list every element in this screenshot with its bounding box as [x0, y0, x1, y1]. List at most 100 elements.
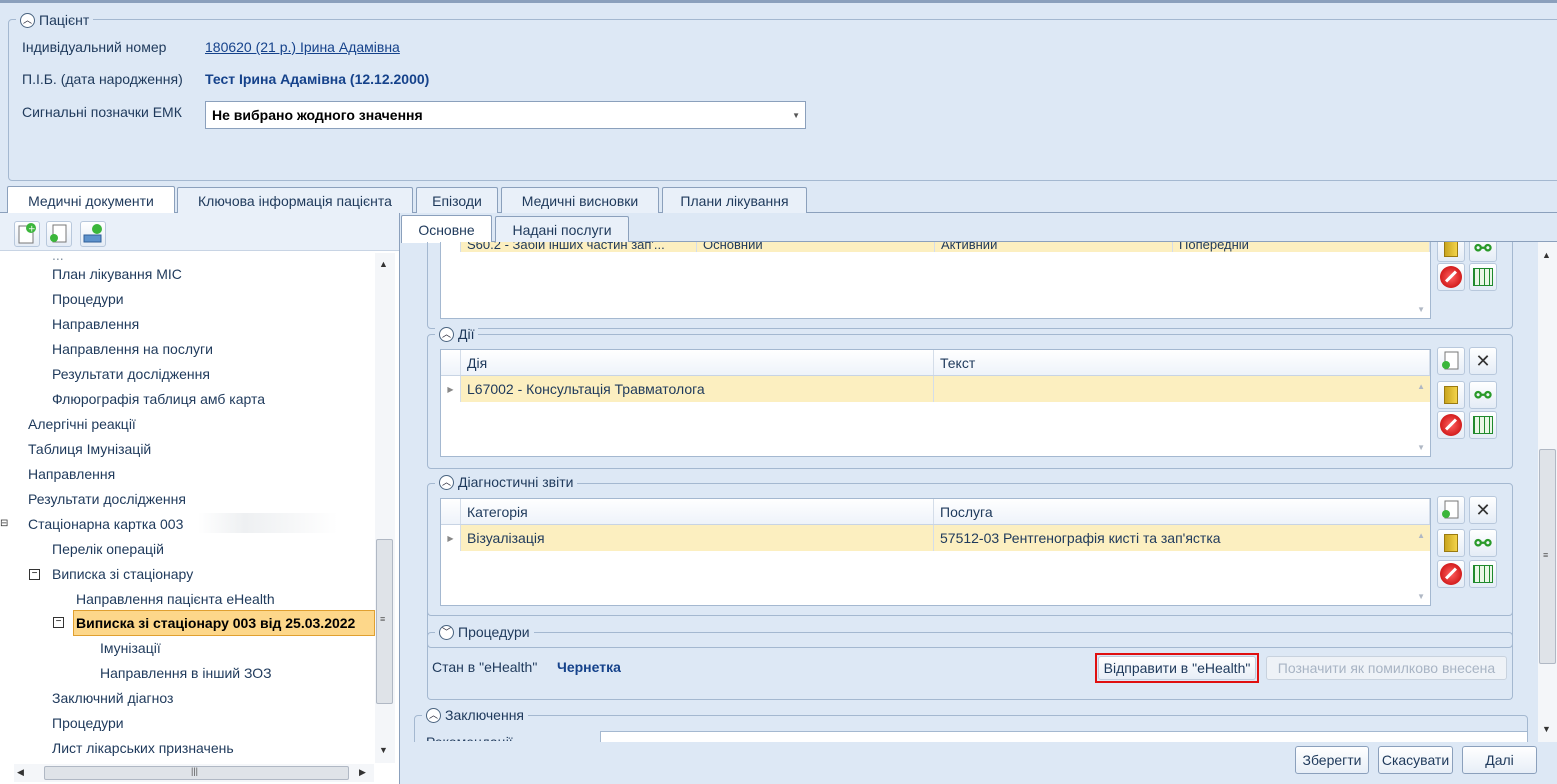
tree-item[interactable]: Направлення: [28, 466, 115, 482]
collapse-icon[interactable]: ︿: [426, 707, 441, 723]
scroll-right-icon[interactable]: ▶: [359, 767, 366, 778]
patient-id-link[interactable]: 180620 (21 р.) Ірина Адамівна: [205, 39, 400, 55]
collapse-icon[interactable]: ︿: [439, 326, 454, 342]
collapse-tree-icon[interactable]: −: [29, 569, 40, 580]
tree-item[interactable]: Направлення в інший ЗОЗ: [100, 665, 272, 681]
save-button[interactable]: Зберегти: [1295, 746, 1369, 774]
column-header[interactable]: Категорія: [461, 499, 934, 524]
table-row[interactable]: S60.2 - Забій інших частин зап'... Основ…: [441, 242, 1430, 252]
tree-item[interactable]: Стаціонарна картка 003: [28, 516, 183, 532]
cancel-button[interactable]: Скасувати: [1378, 746, 1453, 774]
row-indicator: ▶: [441, 376, 461, 402]
tree-item[interactable]: Таблиця Імунізацій: [28, 441, 151, 457]
tree-item[interactable]: Заключний діагноз: [52, 690, 173, 706]
table-row[interactable]: ▶ L67002 - Консультація Травматолога: [441, 376, 1430, 402]
edit-action-button[interactable]: ✕: [1469, 347, 1497, 375]
scroll-down-icon[interactable]: ▼: [1542, 724, 1551, 734]
delete-button[interactable]: [1437, 411, 1465, 439]
tab-episodes[interactable]: Епізоди: [416, 187, 498, 213]
link-button[interactable]: ⚯: [1469, 242, 1497, 262]
collapse-icon[interactable]: ︿: [20, 12, 35, 28]
book-icon: [1444, 242, 1458, 257]
delete-button[interactable]: [1437, 560, 1465, 588]
tree-item[interactable]: Результати дослідження: [52, 366, 210, 382]
next-button[interactable]: Далі: [1462, 746, 1537, 774]
tab-key-info[interactable]: Ключова інформація пацієнта: [177, 187, 413, 213]
patient-name: Тест Ірина Адамівна (12.12.2000): [205, 71, 430, 87]
link-button[interactable]: ⚯: [1469, 381, 1497, 409]
tab-provided-services[interactable]: Надані послуги: [495, 216, 629, 242]
actions-header: ︿ Дії: [435, 326, 479, 342]
name-label: П.І.Б. (дата народження): [22, 71, 183, 87]
tree-item[interactable]: Направлення пацієнта eHealth: [76, 591, 275, 607]
table-button[interactable]: [1469, 560, 1497, 588]
book-button[interactable]: [1437, 381, 1465, 409]
main-scroll-thumb[interactable]: ≡: [1539, 449, 1556, 664]
book-icon: [1444, 386, 1458, 404]
tools-icon: ✕: [1475, 350, 1491, 371]
tree-item[interactable]: Направлення на послуги: [52, 341, 213, 357]
copy-document-icon: [50, 224, 67, 243]
edit-report-button[interactable]: ✕: [1469, 496, 1497, 524]
tree-scroll-thumb[interactable]: ≡: [376, 539, 393, 704]
tree-hscroll[interactable]: ◀ ||| ▶: [14, 764, 374, 782]
tree-item[interactable]: Процедури: [52, 715, 124, 731]
tree-item[interactable]: План лікування МІС: [52, 266, 182, 282]
column-header[interactable]: Дія: [461, 350, 934, 375]
tree-item[interactable]: Виписка зі стаціонару: [52, 566, 193, 582]
tree-item[interactable]: Направлення: [52, 316, 139, 332]
column-header[interactable]: Текст: [934, 350, 1430, 375]
collapse-icon[interactable]: ︿: [439, 474, 454, 490]
reports-header: ︿ Діагностичні звіти: [435, 474, 578, 490]
signals-label: Сигнальні позначки ЕМК: [22, 104, 182, 120]
grid-scroll-up-icon[interactable]: ▲: [1417, 531, 1425, 540]
copy-document-button[interactable]: [46, 221, 72, 247]
tree-vscroll[interactable]: ▲ ≡ ▼: [375, 253, 395, 763]
selected-item-label: Виписка зі стаціонару 003 від 25.03.2022: [76, 615, 356, 631]
main-vscroll[interactable]: ▲ ≡ ▼: [1538, 242, 1557, 742]
content-area: S60.2 - Забій інших частин зап'... Основ…: [412, 242, 1540, 784]
tree-item-selected[interactable]: Виписка зі стаціонару 003 від 25.03.2022: [73, 610, 375, 636]
add-record-button[interactable]: [80, 221, 106, 247]
tab-treatment-plans[interactable]: Плани лікування: [662, 187, 807, 213]
add-action-button[interactable]: [1437, 347, 1465, 375]
tree-item[interactable]: Перелік операцій: [52, 541, 164, 557]
tree-item[interactable]: Лист лікарських призначень: [52, 740, 234, 756]
new-document-icon: [1442, 500, 1459, 519]
add-report-button[interactable]: [1437, 496, 1465, 524]
add-document-button[interactable]: +: [14, 221, 40, 247]
table-row[interactable]: ▶ Візуалізація 57512-03 Рентгенографія к…: [441, 525, 1430, 551]
collapse-tree-icon[interactable]: −: [53, 617, 64, 628]
service-cell: 57512-03 Рентгенографія кисті та зап'яст…: [940, 530, 1221, 546]
grid-scroll-down-icon[interactable]: ▼: [1417, 305, 1425, 314]
tab-medical-documents[interactable]: Медичні документи: [7, 186, 175, 214]
svg-text:+: +: [28, 225, 36, 235]
tree-item[interactable]: Імунізації: [100, 640, 161, 656]
status-cell: Активний: [935, 242, 1173, 252]
tree-item[interactable]: Результати дослідження: [28, 491, 186, 507]
tab-main[interactable]: Основне: [401, 215, 492, 243]
tree-item[interactable]: Процедури: [52, 291, 124, 307]
table-button[interactable]: [1469, 263, 1497, 291]
link-button[interactable]: ⚯: [1469, 529, 1497, 557]
scroll-up-icon[interactable]: ▲: [379, 259, 388, 269]
tree-hscroll-thumb[interactable]: |||: [44, 766, 349, 780]
column-header[interactable]: Послуга: [934, 499, 1430, 524]
signals-dropdown[interactable]: Не вибрано жодного значення ▼: [205, 101, 806, 129]
table-button[interactable]: [1469, 411, 1497, 439]
chevron-down-icon: ▼: [792, 111, 800, 120]
new-document-icon: +: [18, 223, 36, 244]
delete-button[interactable]: [1437, 263, 1465, 291]
scroll-left-icon[interactable]: ◀: [17, 767, 24, 778]
scroll-up-icon[interactable]: ▲: [1542, 250, 1551, 260]
book-button[interactable]: [1437, 529, 1465, 557]
tab-medical-conclusions[interactable]: Медичні висновки: [501, 187, 659, 213]
type-cell: Основний: [697, 242, 935, 252]
book-button[interactable]: [1437, 242, 1465, 262]
tree-item[interactable]: Алергічні реакції: [28, 416, 136, 432]
tree-item[interactable]: Флюрографія таблиця амб карта: [52, 391, 265, 407]
grid-scroll-up-icon[interactable]: ▲: [1417, 382, 1425, 391]
grid-scroll-down-icon[interactable]: ▼: [1417, 443, 1425, 452]
verification-cell: Попередній: [1173, 242, 1430, 252]
scroll-down-icon[interactable]: ▼: [379, 745, 388, 755]
